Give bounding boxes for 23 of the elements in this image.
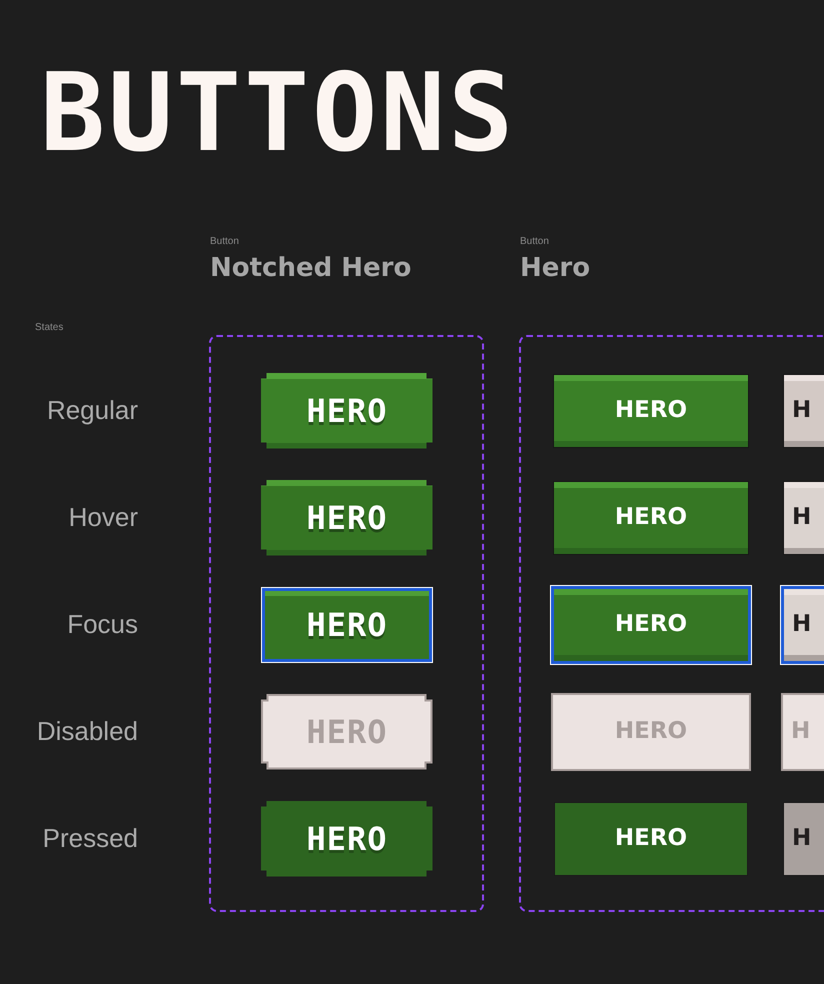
hero-button[interactable]: H	[780, 584, 824, 664]
notched-button[interactable]: HERO	[260, 480, 432, 556]
hero-button[interactable]: HERO	[553, 374, 749, 448]
page-title: BUTTONS	[40, 60, 516, 168]
hero-button[interactable]: HERO	[550, 584, 752, 664]
component-title: Hero	[520, 253, 590, 284]
component-title: Notched Hero	[210, 253, 412, 284]
state-label: Hover	[68, 502, 138, 534]
notched-button[interactable]: HERO	[260, 800, 432, 876]
states-label: States	[35, 321, 64, 335]
state-label: Focus	[67, 608, 138, 640]
hero-button[interactable]: H	[783, 802, 824, 876]
category-label: Button	[520, 236, 549, 248]
state-label: Regular	[46, 394, 138, 426]
hero-button[interactable]: HERO	[553, 480, 749, 554]
state-label: Disabled	[36, 716, 138, 748]
category-label: Button	[210, 236, 239, 248]
state-label: Pressed	[42, 822, 138, 854]
notched-button[interactable]: HERO	[260, 372, 432, 448]
notched-button[interactable]: HERO	[260, 586, 432, 662]
hero-button[interactable]: H	[783, 374, 824, 448]
hero-button[interactable]: HERO	[554, 802, 748, 876]
hero-button[interactable]: H	[783, 480, 824, 554]
